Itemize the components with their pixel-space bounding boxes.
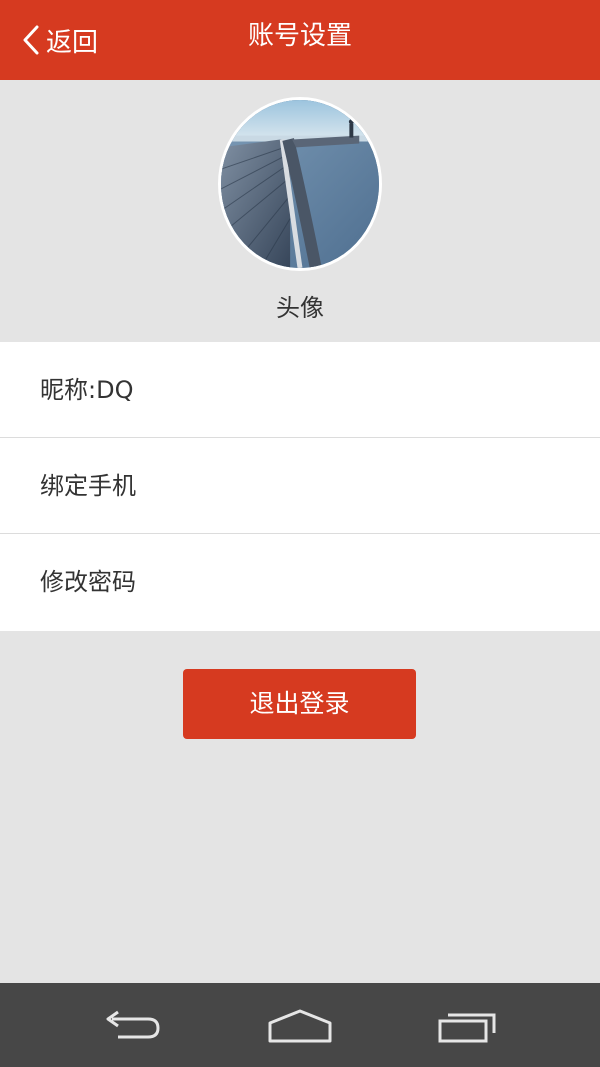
avatar-section: 头像 <box>0 80 600 342</box>
nav-recent-button[interactable] <box>432 1005 502 1045</box>
system-navbar <box>0 983 600 1067</box>
pier-photo <box>221 100 379 268</box>
page-title: 账号设置 <box>247 21 352 51</box>
nickname-item[interactable]: 昵称:DQ <box>0 342 600 438</box>
home-icon <box>265 1005 335 1045</box>
app-header: 返回 账号设置 <box>0 0 600 80</box>
avatar-label: 头像 <box>276 294 324 322</box>
avatar[interactable] <box>218 97 382 271</box>
recent-apps-icon <box>432 1005 502 1045</box>
logout-button[interactable]: 退出登录 <box>183 669 416 739</box>
change-password-item[interactable]: 修改密码 <box>0 534 600 631</box>
nav-back-button[interactable] <box>98 1005 168 1045</box>
nav-home-button[interactable] <box>265 1005 335 1045</box>
settings-list: 昵称:DQ 绑定手机 修改密码 <box>0 342 600 631</box>
back-icon <box>98 1005 168 1045</box>
bind-phone-item[interactable]: 绑定手机 <box>0 438 600 534</box>
account-settings-screen: 返回 账号设置 头像 昵称:DQ 绑定手机 修改密码 退出登录 <box>0 0 600 1067</box>
